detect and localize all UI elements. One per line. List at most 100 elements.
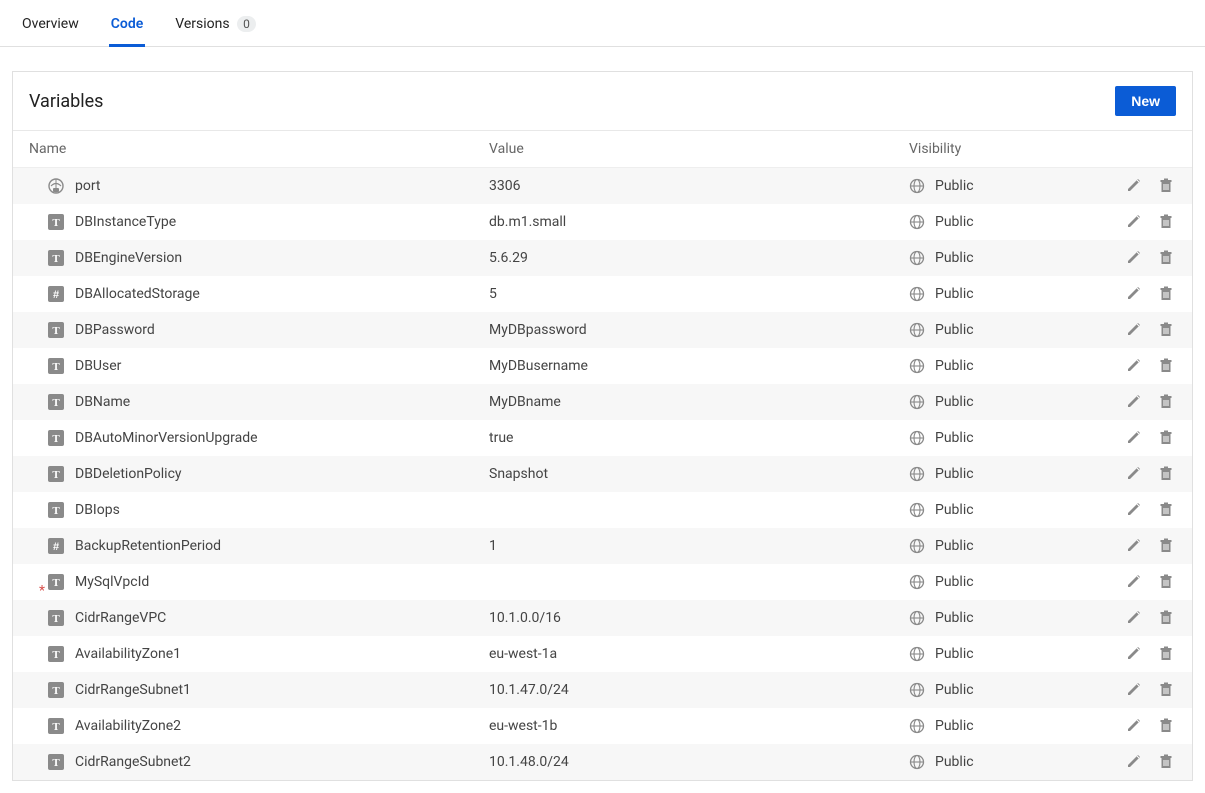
trash-icon (1158, 393, 1174, 409)
edit-button[interactable] (1126, 285, 1144, 303)
cell-value: 1 (489, 538, 909, 554)
cell-value: Snapshot (489, 466, 909, 482)
tab-label: Overview (22, 16, 79, 32)
cell-value: eu-west-1a (489, 646, 909, 662)
text-type-icon (47, 357, 65, 375)
cell-name: MySqlVpcId (29, 573, 489, 591)
delete-button[interactable] (1158, 177, 1176, 195)
edit-button[interactable] (1126, 357, 1144, 375)
delete-button[interactable] (1158, 573, 1176, 591)
text-type-icon (47, 501, 65, 519)
edit-button[interactable] (1126, 573, 1144, 591)
cell-actions (1096, 321, 1176, 339)
cell-name: DBName (29, 393, 489, 411)
cell-name: DBDeletionPolicy (29, 465, 489, 483)
delete-button[interactable] (1158, 213, 1176, 231)
table-row: DBAllocatedStorage5Public (13, 276, 1192, 312)
tab-versions[interactable]: Versions 0 (173, 8, 258, 46)
table-row: AvailabilityZone1eu-west-1aPublic (13, 636, 1192, 672)
cell-name: port (29, 177, 489, 195)
visibility-label: Public (935, 322, 974, 338)
delete-button[interactable] (1158, 249, 1176, 267)
edit-button[interactable] (1126, 681, 1144, 699)
cell-visibility: Public (909, 466, 1096, 482)
variable-name: DBAutoMinorVersionUpgrade (75, 430, 258, 446)
edit-button[interactable] (1126, 501, 1144, 519)
visibility-label: Public (935, 610, 974, 626)
cell-actions (1096, 573, 1176, 591)
trash-icon (1158, 177, 1174, 193)
globe-icon (909, 502, 925, 518)
edit-button[interactable] (1126, 645, 1144, 663)
globe-icon (909, 754, 925, 770)
edit-button[interactable] (1126, 429, 1144, 447)
delete-button[interactable] (1158, 537, 1176, 555)
table-body: port3306PublicDBInstanceTypedb.m1.smallP… (13, 168, 1192, 780)
cell-value: 3306 (489, 178, 909, 194)
cell-visibility: Public (909, 610, 1096, 626)
variable-name: MySqlVpcId (75, 574, 149, 590)
cell-value: 5 (489, 286, 909, 302)
edit-button[interactable] (1126, 393, 1144, 411)
edit-button[interactable] (1126, 321, 1144, 339)
hash-icon (47, 285, 65, 303)
edit-button[interactable] (1126, 177, 1144, 195)
trash-icon (1158, 213, 1174, 229)
column-header-name: Name (29, 141, 489, 157)
delete-button[interactable] (1158, 717, 1176, 735)
delete-button[interactable] (1158, 609, 1176, 627)
cell-name: DBInstanceType (29, 213, 489, 231)
trash-icon (1158, 501, 1174, 517)
delete-button[interactable] (1158, 681, 1176, 699)
cell-name: CidrRangeSubnet2 (29, 753, 489, 771)
text-type-icon (47, 573, 65, 591)
delete-button[interactable] (1158, 501, 1176, 519)
pencil-icon (1126, 429, 1142, 445)
edit-button[interactable] (1126, 465, 1144, 483)
cell-actions (1096, 537, 1176, 555)
delete-button[interactable] (1158, 285, 1176, 303)
table-row: DBIopsPublic (13, 492, 1192, 528)
trash-icon (1158, 753, 1174, 769)
cell-value: 10.1.0.0/16 (489, 610, 909, 626)
delete-button[interactable] (1158, 321, 1176, 339)
cell-name: DBAllocatedStorage (29, 285, 489, 303)
edit-button[interactable] (1126, 609, 1144, 627)
cell-actions (1096, 717, 1176, 735)
column-header-value: Value (489, 141, 909, 157)
delete-button[interactable] (1158, 357, 1176, 375)
trash-icon (1158, 249, 1174, 265)
cell-actions (1096, 681, 1176, 699)
table-row: CidrRangeVPC10.1.0.0/16Public (13, 600, 1192, 636)
new-button[interactable]: New (1115, 86, 1176, 116)
pencil-icon (1126, 501, 1142, 517)
delete-button[interactable] (1158, 429, 1176, 447)
globe-icon (909, 718, 925, 734)
visibility-label: Public (935, 754, 974, 770)
delete-button[interactable] (1158, 753, 1176, 771)
cell-visibility: Public (909, 718, 1096, 734)
cell-actions (1096, 501, 1176, 519)
panel-header: Variables New (13, 72, 1192, 131)
trash-icon (1158, 609, 1174, 625)
edit-button[interactable] (1126, 753, 1144, 771)
edit-button[interactable] (1126, 537, 1144, 555)
trash-icon (1158, 645, 1174, 661)
edit-button[interactable] (1126, 717, 1144, 735)
cell-visibility: Public (909, 682, 1096, 698)
tab-code[interactable]: Code (109, 8, 146, 46)
trash-icon (1158, 285, 1174, 301)
tab-overview[interactable]: Overview (20, 8, 81, 46)
globe-icon (909, 394, 925, 410)
delete-button[interactable] (1158, 465, 1176, 483)
cell-actions (1096, 357, 1176, 375)
delete-button[interactable] (1158, 645, 1176, 663)
globe-icon (909, 214, 925, 230)
pencil-icon (1126, 573, 1142, 589)
trash-icon (1158, 465, 1174, 481)
visibility-label: Public (935, 430, 974, 446)
edit-button[interactable] (1126, 213, 1144, 231)
table-row: DBAutoMinorVersionUpgradetruePublic (13, 420, 1192, 456)
delete-button[interactable] (1158, 393, 1176, 411)
edit-button[interactable] (1126, 249, 1144, 267)
